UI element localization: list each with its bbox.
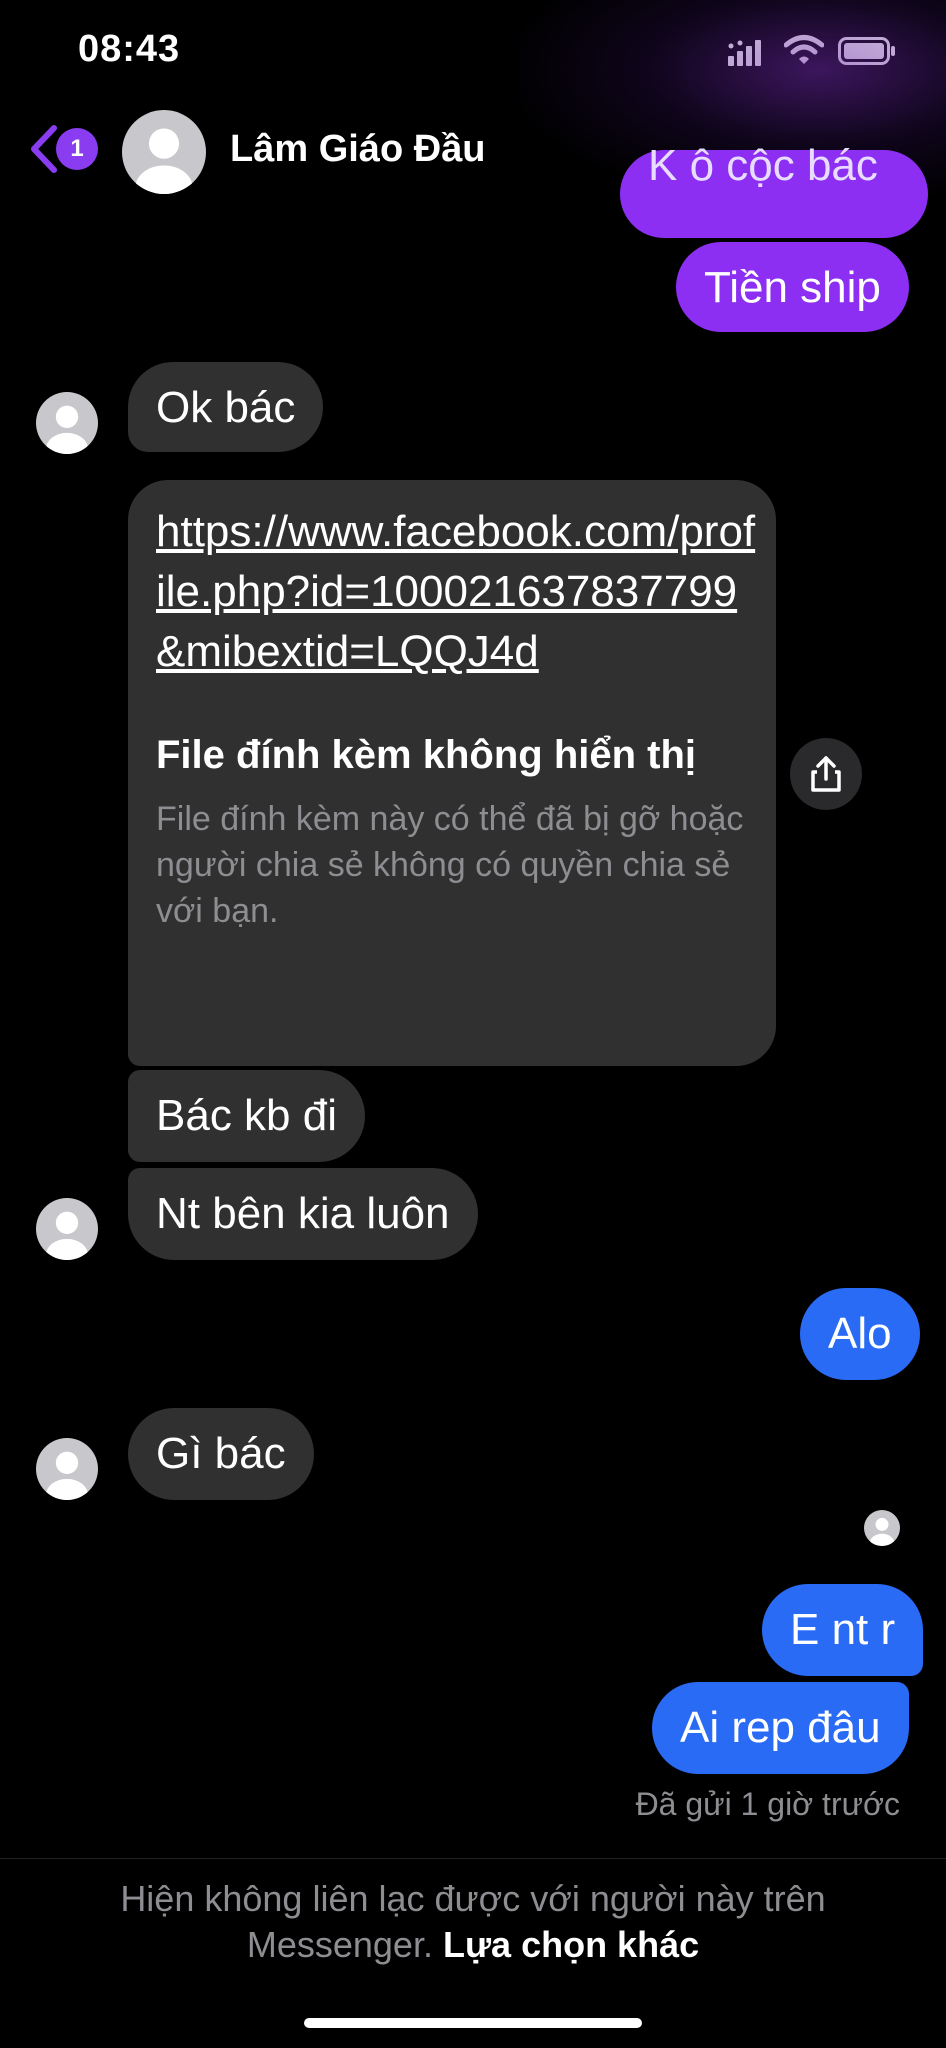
incoming-message[interactable]: Bác kb đi bbox=[128, 1070, 365, 1162]
sender-avatar[interactable] bbox=[36, 392, 98, 454]
read-receipt-avatar bbox=[864, 1510, 900, 1546]
share-button[interactable] bbox=[790, 738, 862, 810]
outgoing-message[interactable]: E nt r bbox=[762, 1584, 924, 1676]
share-icon bbox=[811, 756, 841, 792]
contact-avatar[interactable] bbox=[122, 110, 206, 194]
incoming-message[interactable]: Nt bên kia luôn bbox=[128, 1168, 478, 1260]
unavailable-notice: Hiện không liên lạc được với người này t… bbox=[40, 1876, 906, 1968]
back-chevron-icon[interactable] bbox=[26, 124, 60, 174]
outgoing-message[interactable]: Tiền ship bbox=[676, 242, 909, 332]
incoming-message[interactable]: Gì bác bbox=[128, 1408, 314, 1500]
attachment-description: File đính kèm này có thể đã bị gỡ hoặc n… bbox=[156, 800, 744, 930]
divider bbox=[0, 1858, 946, 1859]
default-avatar-icon bbox=[869, 1517, 895, 1546]
more-options-link[interactable]: Lựa chọn khác bbox=[443, 1924, 699, 1965]
outgoing-message-clipped[interactable]: K ô cộc bác bbox=[620, 141, 928, 238]
outgoing-message[interactable]: Ai rep đâu bbox=[652, 1682, 909, 1774]
unread-count-badge[interactable]: 1 bbox=[56, 128, 98, 170]
contact-name[interactable]: Lâm Giáo Đầu bbox=[230, 128, 486, 171]
link-attachment-card[interactable]: https://www.facebook.com/profile.php?id=… bbox=[128, 480, 776, 1066]
status-time: 08:43 bbox=[78, 28, 181, 70]
default-avatar-icon bbox=[45, 1211, 89, 1260]
home-indicator[interactable] bbox=[304, 2018, 642, 2028]
default-avatar-icon bbox=[45, 1451, 89, 1500]
sender-avatar[interactable] bbox=[36, 1198, 98, 1260]
profile-link[interactable]: https://www.facebook.com/profile.php?id=… bbox=[156, 502, 756, 682]
message-text: K ô cộc bác bbox=[648, 141, 878, 190]
default-avatar-icon bbox=[45, 405, 89, 454]
sent-status: Đã gửi 1 giờ trước bbox=[635, 1786, 900, 1822]
default-avatar-icon bbox=[135, 128, 193, 194]
sender-avatar[interactable] bbox=[36, 1438, 98, 1500]
incoming-message[interactable]: Ok bác bbox=[128, 362, 324, 452]
attachment-title: File đính kèm không hiển thị bbox=[156, 733, 697, 777]
outgoing-message[interactable]: Alo bbox=[800, 1288, 920, 1380]
